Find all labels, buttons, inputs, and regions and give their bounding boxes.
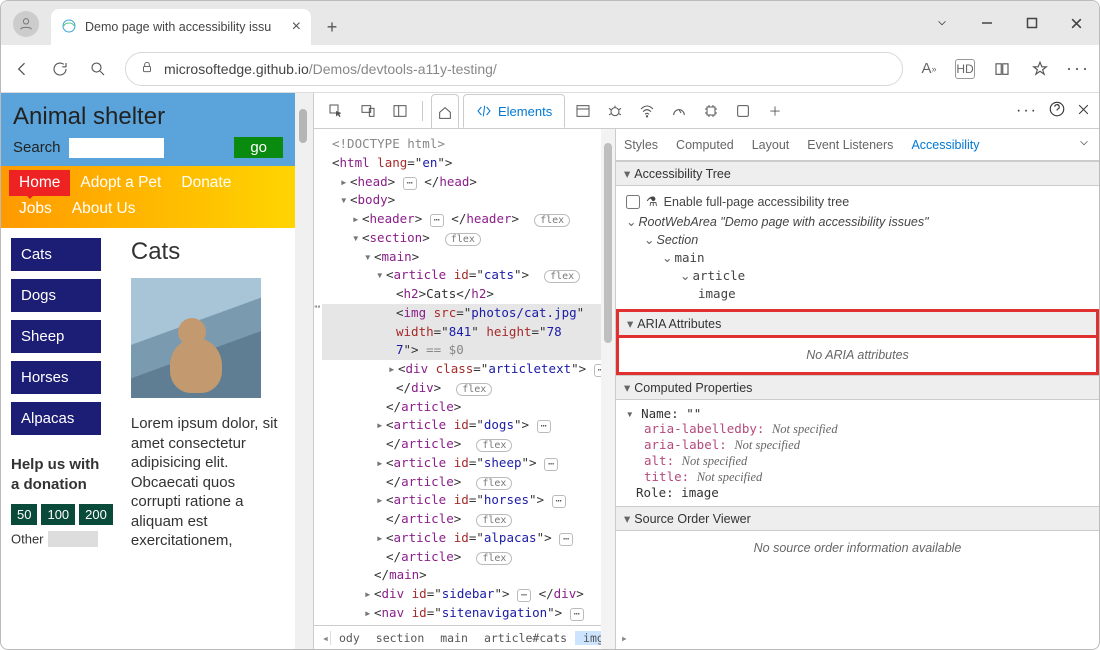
nav-jobs[interactable]: Jobs bbox=[9, 196, 62, 222]
hd-icon[interactable]: HD bbox=[955, 59, 975, 79]
donate-200[interactable]: 200 bbox=[79, 504, 113, 525]
dom-scrollbar[interactable] bbox=[601, 129, 615, 649]
no-aria-message: No ARIA attributes bbox=[616, 338, 1099, 375]
search-input[interactable] bbox=[69, 138, 164, 158]
window-title-bar: Demo page with accessibility issu × + bbox=[1, 1, 1099, 45]
app-icon[interactable] bbox=[569, 97, 597, 125]
dom-tree-panel: ⋯ <!DOCTYPE html> <html lang="en"> ▸<hea… bbox=[314, 129, 616, 649]
tab-computed[interactable]: Computed bbox=[676, 138, 734, 152]
link-cats[interactable]: Cats bbox=[11, 238, 101, 271]
performance-icon[interactable] bbox=[665, 97, 693, 125]
refresh-button[interactable] bbox=[49, 58, 71, 80]
tab-elements[interactable]: Elements bbox=[463, 94, 565, 128]
devtools-splitter[interactable] bbox=[295, 93, 313, 649]
help-icon[interactable] bbox=[1048, 100, 1066, 121]
nav-home[interactable]: Home bbox=[9, 170, 70, 196]
nav-donate[interactable]: Donate bbox=[171, 170, 241, 196]
enable-full-tree-label: Enable full-page accessibility tree bbox=[664, 195, 850, 209]
link-alpacas[interactable]: Alpacas bbox=[11, 402, 101, 435]
url-path: /Demos/devtools-a11y-testing/ bbox=[309, 61, 497, 77]
search-icon[interactable] bbox=[87, 58, 109, 80]
tab-styles[interactable]: Styles bbox=[624, 138, 658, 152]
tab-layout[interactable]: Layout bbox=[752, 138, 790, 152]
tab-title: Demo page with accessibility issu bbox=[85, 20, 284, 34]
animal-links: Cats Dogs Sheep Horses Alpacas bbox=[11, 238, 113, 435]
site-title: Animal shelter bbox=[13, 103, 283, 131]
favorite-icon[interactable] bbox=[1029, 58, 1051, 80]
memory-icon[interactable] bbox=[697, 97, 725, 125]
welcome-icon[interactable] bbox=[431, 94, 459, 128]
section-source-order[interactable]: ▾Source Order Viewer bbox=[616, 506, 1099, 531]
inspect-icon[interactable] bbox=[322, 97, 350, 125]
section-computed-properties[interactable]: ▾Computed Properties bbox=[616, 375, 1099, 400]
nav-about[interactable]: About Us bbox=[62, 196, 146, 222]
edge-icon bbox=[61, 18, 77, 37]
section-accessibility-tree[interactable]: ▾Accessibility Tree bbox=[616, 161, 1099, 186]
article-heading: Cats bbox=[131, 238, 287, 266]
no-source-order-message: No source order information available bbox=[616, 531, 1099, 565]
tabs-overflow-icon[interactable] bbox=[1077, 136, 1091, 153]
tab-event-listeners[interactable]: Event Listeners bbox=[807, 138, 893, 152]
nav-adopt[interactable]: Adopt a Pet bbox=[70, 170, 171, 196]
reader-icon[interactable] bbox=[991, 58, 1013, 80]
panel-icon[interactable] bbox=[386, 97, 414, 125]
cat-image bbox=[131, 278, 261, 398]
donate-50[interactable]: 50 bbox=[11, 504, 37, 525]
device-icon[interactable] bbox=[354, 97, 382, 125]
donate-100[interactable]: 100 bbox=[41, 504, 75, 525]
search-label: Search bbox=[13, 139, 61, 156]
tab-close-icon[interactable]: × bbox=[292, 18, 301, 36]
read-aloud-icon[interactable]: A» bbox=[919, 59, 939, 79]
close-devtools-icon[interactable] bbox=[1076, 102, 1091, 120]
link-dogs[interactable]: Dogs bbox=[11, 279, 101, 312]
section-aria-attributes[interactable]: ▾ARIA Attributes bbox=[616, 309, 1099, 338]
profile-avatar[interactable] bbox=[13, 11, 39, 37]
lock-icon bbox=[140, 60, 154, 77]
back-button[interactable] bbox=[11, 58, 33, 80]
donate-other-label: Other bbox=[11, 532, 44, 547]
primary-nav: Home Adopt a Pet Donate Jobs About Us bbox=[1, 166, 295, 228]
search-go-button[interactable]: go bbox=[234, 137, 283, 158]
dom-overflow-icon[interactable]: ⋯ bbox=[314, 299, 321, 315]
more-icon[interactable]: ··· bbox=[1067, 58, 1089, 80]
address-bar: microsoftedge.github.io/Demos/devtools-a… bbox=[1, 45, 1099, 93]
computed-properties-body: ▾ Name: "" aria-labelledby: Not specifie… bbox=[616, 400, 1099, 506]
application-icon[interactable] bbox=[729, 97, 757, 125]
dom-breadcrumb[interactable]: ◂ ody section main article#cats img ▸ bbox=[314, 625, 615, 649]
maximize-button[interactable] bbox=[1009, 1, 1054, 45]
sidebar-tabs: Styles Computed Layout Event Listeners A… bbox=[616, 129, 1099, 161]
new-tab-button[interactable]: + bbox=[317, 12, 347, 42]
url-input[interactable]: microsoftedge.github.io/Demos/devtools-a… bbox=[125, 52, 903, 86]
page-viewport: Animal shelter Search go Home Adopt a Pe… bbox=[1, 93, 295, 649]
close-window-button[interactable] bbox=[1054, 1, 1099, 45]
browser-tab[interactable]: Demo page with accessibility issu × bbox=[51, 9, 311, 45]
styles-sidebar: Styles Computed Layout Event Listeners A… bbox=[616, 129, 1099, 649]
donate-heading: Help us with a donation bbox=[11, 455, 101, 494]
dom-tree[interactable]: <!DOCTYPE html> <html lang="en"> ▸<head>… bbox=[314, 129, 615, 625]
devtools-panel: Elements ··· ⋯ <!DOCTYPE html> <html lan… bbox=[313, 93, 1099, 649]
url-host: microsoftedge.github.io bbox=[164, 61, 309, 77]
beaker-icon: ⚗ bbox=[646, 194, 658, 210]
more-tools-icon[interactable]: ··· bbox=[1016, 102, 1038, 120]
link-sheep[interactable]: Sheep bbox=[11, 320, 101, 353]
chevron-down-icon[interactable] bbox=[919, 1, 964, 45]
bug-icon[interactable] bbox=[601, 97, 629, 125]
devtools-toolbar: Elements ··· bbox=[314, 93, 1099, 129]
minimize-button[interactable] bbox=[964, 1, 1009, 45]
enable-full-tree-checkbox[interactable] bbox=[626, 195, 640, 209]
tab-accessibility[interactable]: Accessibility bbox=[911, 138, 979, 152]
donate-other-input[interactable] bbox=[48, 531, 98, 547]
link-horses[interactable]: Horses bbox=[11, 361, 101, 394]
add-tab-icon[interactable] bbox=[761, 97, 789, 125]
article-text: Lorem ipsum dolor, sit amet consectetur … bbox=[131, 414, 287, 551]
network-icon[interactable] bbox=[633, 97, 661, 125]
